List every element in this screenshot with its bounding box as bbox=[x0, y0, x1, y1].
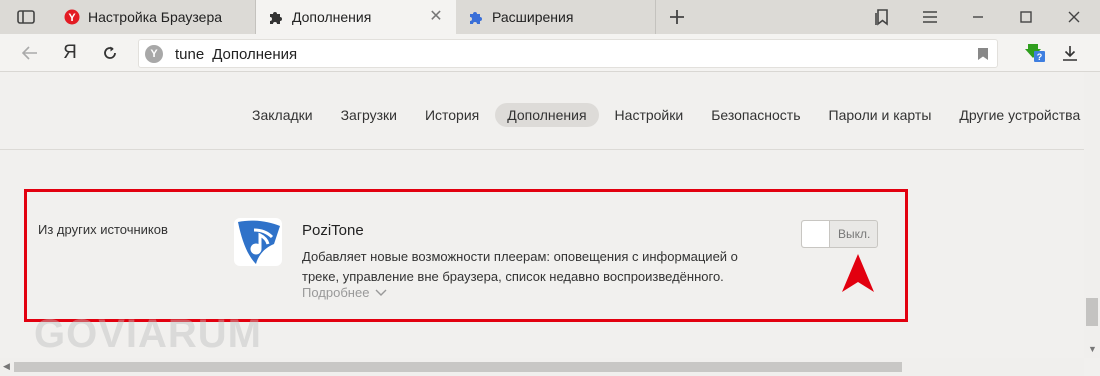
bookmarks-icon bbox=[875, 9, 888, 26]
arrow-up-icon bbox=[842, 254, 874, 292]
vertical-scrollbar[interactable]: ▼ bbox=[1084, 72, 1100, 358]
tab-addons[interactable]: Дополнения ✕ bbox=[256, 0, 456, 34]
puzzle-icon bbox=[468, 9, 484, 25]
sidebar-icon bbox=[17, 10, 35, 24]
plus-icon bbox=[670, 10, 684, 24]
vertical-scroll-thumb[interactable] bbox=[1086, 298, 1098, 326]
close-icon bbox=[1068, 11, 1080, 23]
menu-button[interactable] bbox=[906, 0, 954, 34]
yandex-icon: Y bbox=[64, 9, 80, 25]
maximize-button[interactable] bbox=[1002, 0, 1050, 34]
tab-label: Расширения bbox=[492, 9, 574, 25]
watermark: GOVIARUM bbox=[34, 312, 262, 356]
horizontal-scrollbar[interactable]: ◀ bbox=[0, 358, 1084, 376]
bookmark-flag-icon[interactable] bbox=[977, 47, 989, 66]
more-details-label: Подробнее bbox=[302, 285, 370, 300]
settings-nav-security[interactable]: Безопасность bbox=[699, 103, 812, 127]
toggle-knob bbox=[802, 221, 830, 247]
address-text: tune Дополнения bbox=[175, 46, 297, 63]
extension-toggle[interactable]: Выкл. bbox=[801, 220, 878, 248]
scroll-down-icon[interactable]: ▼ bbox=[1088, 344, 1097, 354]
extension-name: PoziTone bbox=[302, 222, 364, 239]
tab-label: Настройка Браузера bbox=[88, 9, 223, 25]
arrow-left-icon bbox=[22, 46, 37, 60]
settings-nav-settings[interactable]: Настройки bbox=[603, 103, 696, 127]
nav-divider bbox=[0, 149, 1084, 150]
downloads-button[interactable] bbox=[1052, 34, 1088, 72]
bookmarks-manager-button[interactable] bbox=[858, 0, 906, 34]
settings-nav-bookmarks[interactable]: Закладки bbox=[240, 103, 325, 127]
yandex-home-label: Я bbox=[63, 42, 77, 63]
back-button[interactable] bbox=[12, 34, 48, 72]
download-icon bbox=[1063, 46, 1077, 61]
close-icon[interactable]: ✕ bbox=[428, 9, 444, 25]
tab-browser-settings[interactable]: Y Настройка Браузера bbox=[52, 0, 256, 34]
settings-nav-history[interactable]: История bbox=[413, 103, 491, 127]
address-subtext: Дополнения bbox=[212, 46, 298, 63]
site-badge-icon: Y bbox=[145, 45, 163, 63]
more-details-link[interactable]: Подробнее bbox=[302, 285, 387, 300]
maximize-icon bbox=[1020, 11, 1032, 23]
reload-button[interactable] bbox=[92, 34, 128, 72]
address-main: tune bbox=[175, 46, 205, 63]
toggle-label: Выкл. bbox=[838, 227, 871, 241]
downloader-extension-icon: ? bbox=[1025, 44, 1045, 62]
new-tab-button[interactable] bbox=[664, 4, 690, 30]
extension-description: Добавляет новые возможности плеерам: опо… bbox=[302, 249, 738, 284]
sidebar-toggle-button[interactable] bbox=[0, 0, 52, 34]
minimize-button[interactable] bbox=[954, 0, 1002, 34]
tab-label: Дополнения bbox=[292, 9, 372, 25]
address-bar[interactable]: Y tune Дополнения bbox=[138, 39, 998, 68]
minimize-icon bbox=[973, 16, 983, 18]
reload-icon bbox=[104, 46, 116, 59]
chevron-down-icon bbox=[375, 289, 387, 296]
navigation-bar: Я Y tune Дополнения ? bbox=[0, 34, 1100, 72]
settings-nav-addons[interactable]: Дополнения bbox=[495, 103, 599, 127]
extension-button[interactable]: ? bbox=[1016, 34, 1052, 72]
pozitone-icon bbox=[234, 218, 282, 266]
close-window-button[interactable] bbox=[1050, 0, 1098, 34]
settings-nav-passwords[interactable]: Пароли и карты bbox=[817, 103, 944, 127]
settings-nav-devices[interactable]: Другие устройства bbox=[947, 103, 1092, 127]
hamburger-icon bbox=[923, 11, 937, 23]
scroll-left-icon[interactable]: ◀ bbox=[3, 361, 10, 372]
svg-text:Y: Y bbox=[68, 12, 76, 24]
yandex-home-button[interactable]: Я bbox=[52, 34, 88, 72]
settings-nav: Закладки Загрузки История Дополнения Нас… bbox=[240, 102, 1096, 128]
section-label: Из других источников bbox=[38, 222, 168, 237]
puzzle-icon bbox=[268, 9, 284, 25]
svg-text:?: ? bbox=[1037, 52, 1043, 62]
horizontal-scroll-thumb[interactable] bbox=[14, 362, 902, 372]
tab-extensions[interactable]: Расширения bbox=[456, 0, 656, 34]
settings-nav-downloads[interactable]: Загрузки bbox=[329, 103, 409, 127]
tab-strip: Y Настройка Браузера Дополнения ✕ Расшир… bbox=[0, 0, 1100, 34]
settings-page: Закладки Загрузки История Дополнения Нас… bbox=[0, 72, 1084, 358]
